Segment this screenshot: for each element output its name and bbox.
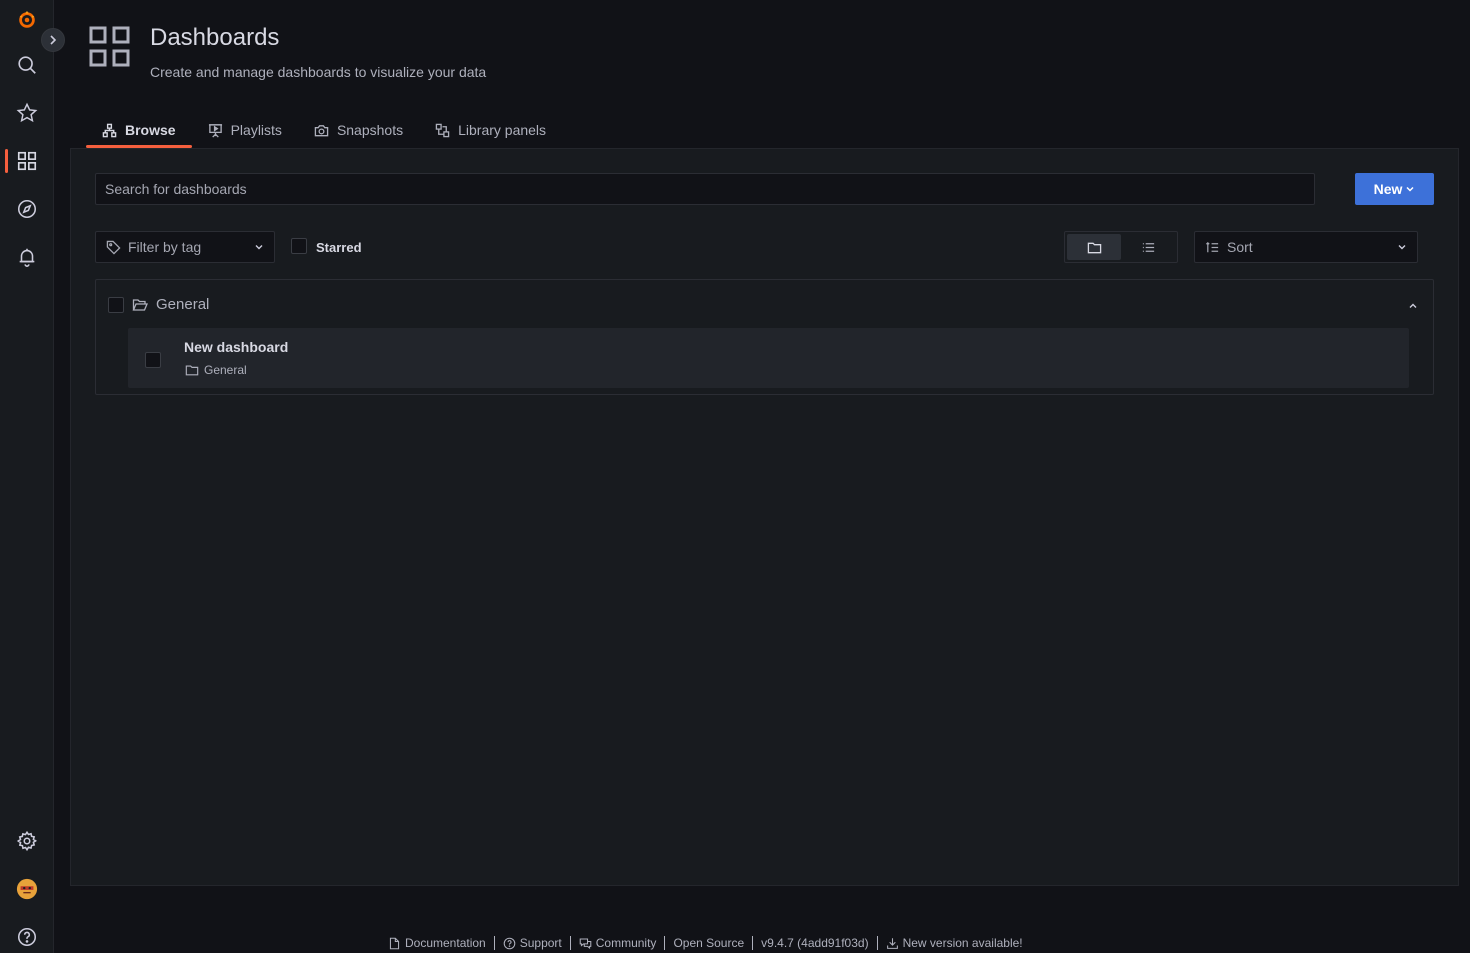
footer-documentation-link[interactable]: Documentation — [380, 936, 494, 950]
page-title: Dashboards — [150, 24, 280, 51]
bell-icon-svg — [19, 248, 35, 267]
document-icon — [389, 937, 400, 949]
folder-icon — [185, 365, 199, 376]
presentation-play-icon — [208, 123, 222, 138]
dashboard-folder-location: General — [185, 363, 247, 377]
footer-documentation-label: Documentation — [405, 936, 486, 950]
compass-icon-svg — [17, 199, 37, 219]
footer-community-link[interactable]: Community — [571, 936, 665, 950]
footer-version: v9.4.7 (4add91f03d) — [753, 936, 876, 950]
tab-library-panels-label: Library panels — [458, 122, 547, 138]
star-icon[interactable] — [0, 93, 54, 133]
dashboard-folder-name: General — [204, 363, 247, 377]
tab-snapshots[interactable]: Snapshots — [298, 112, 419, 148]
alerting-bell-icon[interactable] — [0, 237, 54, 277]
tab-library-panels[interactable]: Library panels — [419, 112, 562, 148]
starred-label: Starred — [316, 239, 362, 255]
tab-snapshots-label: Snapshots — [336, 122, 404, 138]
dashboards-page-icon — [89, 26, 130, 67]
footer-community-label: Community — [595, 936, 657, 950]
tab-bar: Browse Playlists Snapshots Library panel… — [86, 112, 562, 148]
folder-open-icon — [132, 298, 148, 311]
tab-browse[interactable]: Browse — [86, 112, 192, 148]
sort-select[interactable]: Sort — [1194, 231, 1418, 263]
chevron-up-icon[interactable] — [1407, 300, 1419, 312]
footer-open-source-link[interactable]: Open Source — [665, 936, 752, 950]
starred-filter[interactable]: Starred — [291, 238, 362, 255]
footer-support-label: Support — [519, 936, 562, 950]
folder-header[interactable]: General — [108, 296, 209, 313]
gear-icon-svg — [16, 830, 38, 852]
star-icon-svg — [16, 102, 38, 123]
question-circle-icon — [503, 937, 516, 949]
chevron-right-icon — [50, 35, 57, 45]
footer-new-version-label: New version available! — [902, 936, 1023, 950]
new-button[interactable]: New — [1355, 173, 1434, 205]
folder-checkbox[interactable] — [108, 296, 124, 313]
folder-name: General — [156, 296, 210, 313]
view-mode-toggle — [1064, 231, 1178, 263]
grafana-logo-icon-svg — [19, 10, 35, 28]
expand-menu-button[interactable] — [41, 28, 65, 52]
chevron-down-icon — [255, 245, 263, 250]
tag-filter-placeholder: Filter by tag — [128, 239, 202, 255]
tag-filter-select[interactable]: Filter by tag — [95, 231, 275, 263]
folder-section-general: General New dashboard General — [95, 279, 1434, 395]
dashboards-icon[interactable] — [0, 141, 54, 181]
configuration-gear-icon[interactable] — [0, 821, 54, 861]
dashboards-icon-svg — [17, 151, 37, 171]
dashboard-checkbox[interactable] — [145, 352, 161, 368]
camera-icon — [314, 124, 329, 136]
chevron-down-icon — [1406, 186, 1414, 192]
sort-amount-icon — [1205, 241, 1219, 252]
sort-label: Sort — [1227, 239, 1253, 255]
tag-icon — [106, 240, 121, 255]
footer-new-version-link[interactable]: New version available! — [878, 936, 1031, 950]
help-icon-svg — [17, 927, 37, 947]
avatar-icon-svg — [16, 878, 38, 900]
list-icon — [1142, 242, 1154, 252]
search-input[interactable] — [95, 173, 1315, 205]
footer-support-link[interactable]: Support — [495, 936, 570, 950]
tab-playlists[interactable]: Playlists — [192, 112, 298, 148]
footer-version-label: v9.4.7 (4add91f03d) — [761, 936, 869, 950]
footer: Documentation Support Community Open Sou… — [380, 934, 1031, 952]
explore-compass-icon[interactable] — [0, 189, 54, 229]
chevron-down-icon — [1398, 245, 1406, 250]
page-subtitle: Create and manage dashboards to visualiz… — [150, 64, 487, 80]
dashboard-title[interactable]: New dashboard — [184, 339, 288, 355]
list-view-button[interactable] — [1121, 234, 1175, 260]
folder-view-button[interactable] — [1067, 234, 1121, 260]
search-icon-svg — [18, 56, 36, 74]
download-icon — [886, 937, 898, 949]
help-icon[interactable] — [0, 917, 54, 953]
tab-playlists-label: Playlists — [230, 122, 282, 138]
tab-browse-label: Browse — [125, 122, 176, 138]
sitemap-icon — [102, 123, 117, 137]
footer-open-source-label: Open Source — [673, 936, 745, 950]
search-icon[interactable] — [0, 45, 54, 85]
library-panel-icon — [435, 123, 450, 137]
starred-checkbox[interactable] — [291, 238, 307, 254]
dashboard-list-item[interactable]: New dashboard General — [128, 328, 1409, 388]
user-avatar[interactable] — [0, 869, 54, 909]
sidebar — [0, 0, 54, 953]
comments-icon — [579, 938, 592, 949]
folder-icon — [1087, 242, 1101, 253]
new-button-label: New — [1373, 181, 1403, 197]
